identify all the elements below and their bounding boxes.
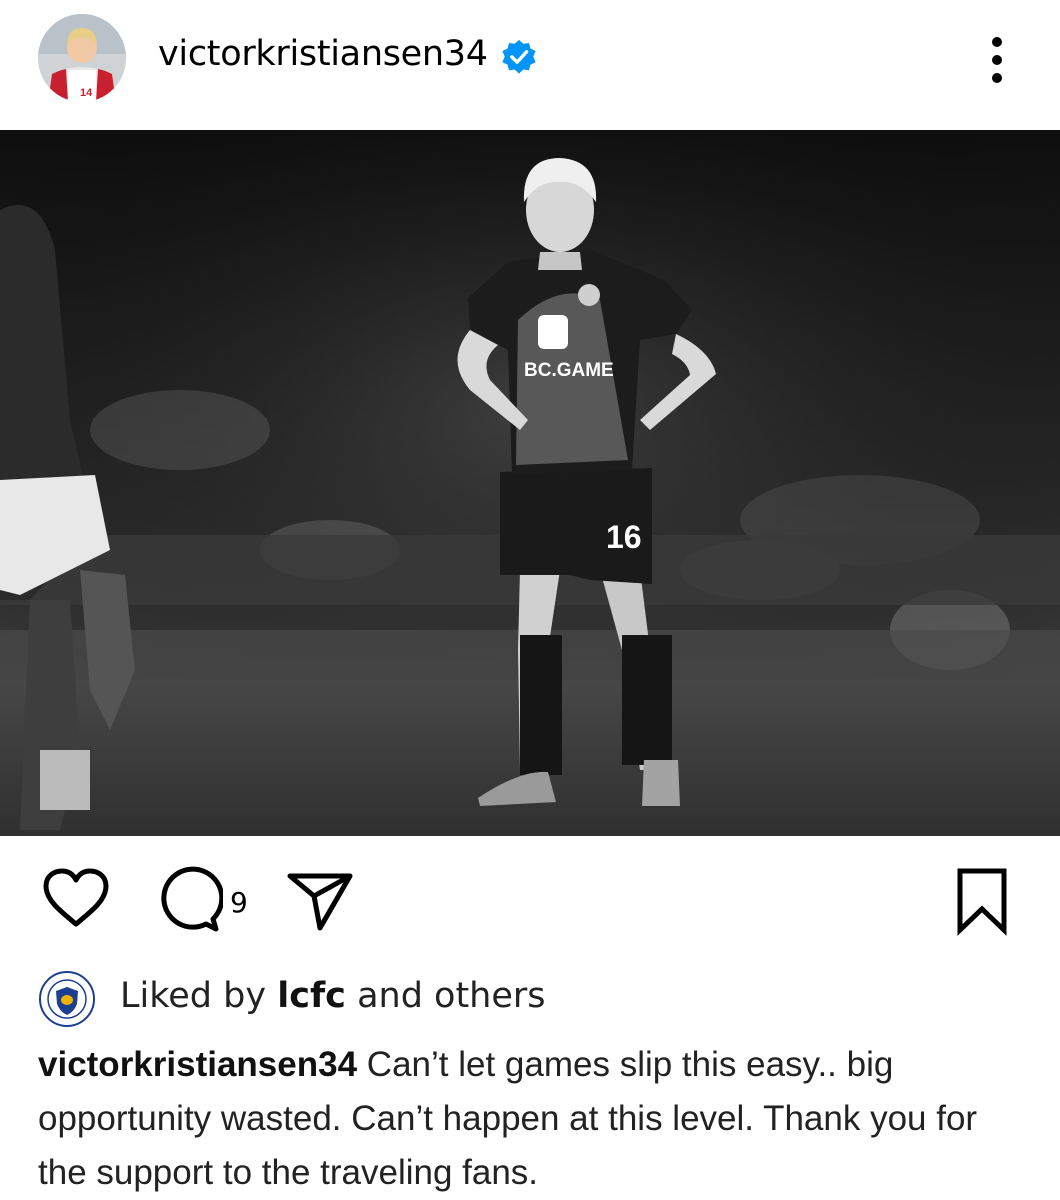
send-icon[interactable] — [286, 870, 354, 932]
liked-by-prefix: Liked by — [120, 976, 267, 1016]
post-photo[interactable]: 16 BC.GAME — [0, 130, 1060, 836]
liked-by-suffix[interactable]: and others — [357, 976, 545, 1016]
more-vertical-icon[interactable] — [982, 34, 1012, 86]
avatar-jersey-number: 14 — [80, 87, 93, 99]
verified-badge-icon — [500, 38, 538, 76]
post-caption: victorkristiansen34 Can’t let games slip… — [38, 1038, 1028, 1200]
post-username[interactable]: victorkristiansen34 — [158, 34, 488, 74]
likes-row[interactable]: Liked by lcfc and others — [0, 960, 1060, 1030]
avatar[interactable]: 14 — [38, 14, 126, 102]
instagram-post: 14 victorkristiansen34 16 BC.GAME 9 Like… — [0, 0, 1060, 1200]
comment-icon[interactable] — [155, 866, 225, 934]
comment-count[interactable]: 9 — [230, 886, 248, 919]
post-header: 14 victorkristiansen34 — [0, 0, 1060, 130]
caption-username[interactable]: victorkristiansen34 — [38, 1045, 357, 1084]
heart-icon[interactable] — [40, 866, 112, 930]
liked-by-text: Liked by lcfc and others — [120, 976, 546, 1016]
liked-by-account[interactable]: lcfc — [277, 976, 346, 1016]
shorts-number: 16 — [606, 519, 642, 555]
bookmark-icon[interactable] — [952, 866, 1012, 936]
shirt-sponsor: BC.GAME — [524, 360, 614, 381]
action-bar: 9 — [0, 850, 1060, 950]
lcfc-crest-icon[interactable] — [38, 970, 96, 1028]
